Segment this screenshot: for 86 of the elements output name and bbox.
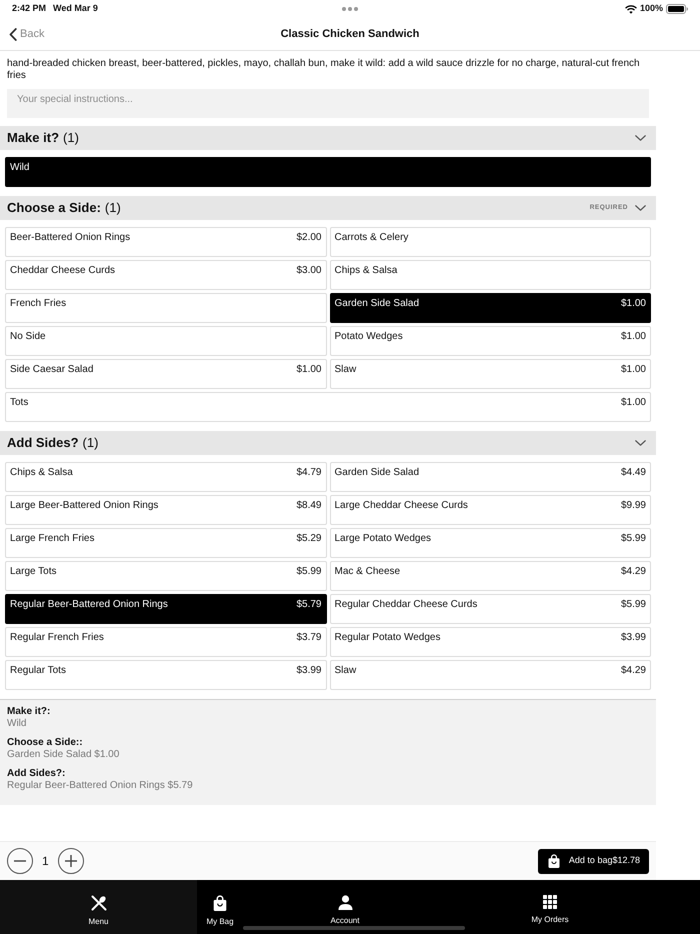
increase-button[interactable] — [58, 848, 84, 874]
instructions-field[interactable]: Your special instructions... — [7, 89, 649, 118]
option-price: $2.00 — [296, 232, 322, 244]
option-price: $1.00 — [620, 397, 646, 409]
option-button[interactable]: Slaw $4.29 — [330, 660, 651, 690]
battery-percent: 100% — [640, 2, 663, 16]
option-button[interactable]: No Side — [5, 326, 326, 356]
page-title: Classic Chicken Sandwich — [280, 26, 420, 42]
option-button[interactable]: French Fries — [5, 293, 326, 323]
shopping-bag-icon — [548, 854, 560, 868]
person-icon — [338, 895, 352, 910]
option-price: $3.99 — [620, 632, 646, 644]
item-description: hand-breaded chicken breast, beer-battered, pickles, mayo, challah bun, make it wild: add a wild sauce drizzle for no charge, natural-cut french fries — [7, 58, 641, 82]
chevron-left-icon — [9, 28, 17, 40]
summary-value: Wild — [7, 718, 28, 730]
chevron-down-icon — [635, 440, 646, 446]
option-button[interactable]: Tots $1.00 — [5, 392, 651, 422]
option-price: $5.29 — [296, 533, 322, 545]
grid-icon — [543, 895, 557, 909]
section-title: Make it? — [7, 129, 60, 148]
wifi-icon — [624, 4, 637, 14]
option-button[interactable]: Slaw $1.00 — [330, 359, 651, 389]
option-button[interactable]: Regular Beer-Battered Onion Rings $5.79 — [5, 594, 326, 624]
quantity-value: 1 — [42, 853, 49, 870]
option-button[interactable]: Large Cheddar Cheese Curds $9.99 — [330, 495, 651, 525]
option-price: $3.99 — [296, 665, 322, 677]
option-price: $5.99 — [296, 566, 322, 578]
section-title: Choose a Side: — [7, 199, 101, 218]
add-to-bag-button[interactable]: Add to bag$12.78 — [538, 848, 649, 874]
option-button[interactable]: Regular Potato Wedges $3.99 — [330, 627, 651, 657]
option-price: $5.99 — [620, 599, 646, 611]
battery-icon — [666, 4, 688, 14]
option-button[interactable]: Large Beer-Battered Onion Rings $8.49 — [5, 495, 326, 525]
option-button[interactable]: Regular Cheddar Cheese Curds $5.99 — [330, 594, 651, 624]
option-button[interactable]: Cheddar Cheese Curds $3.00 — [5, 260, 326, 290]
option-button[interactable]: Chips & Salsa — [330, 260, 651, 290]
option-price: $4.79 — [296, 467, 322, 479]
summary-value: Regular Beer-Battered Onion Rings $5.79 — [7, 780, 194, 792]
status-time: 2:42 PM — [12, 2, 46, 16]
option-button[interactable]: Beer-Battered Onion Rings $2.00 — [5, 227, 326, 257]
tab-item[interactable]: Menu — [0, 880, 197, 934]
option-button[interactable]: Side Caesar Salad $1.00 — [5, 359, 326, 389]
option-price: $9.99 — [620, 500, 646, 512]
option-price: $5.79 — [296, 599, 322, 611]
summary-label: Choose a Side:: — [7, 737, 84, 749]
selection-count: (1) — [82, 434, 98, 452]
option-price: $3.00 — [296, 265, 322, 277]
option-price: $4.49 — [620, 467, 646, 479]
decrease-button[interactable] — [7, 848, 33, 874]
option-price: $8.49 — [296, 500, 322, 512]
section-title: Add Sides? — [7, 434, 79, 452]
option-button[interactable]: Garden Side Salad $4.49 — [330, 462, 651, 492]
option-price: $1.00 — [620, 364, 646, 376]
option-button[interactable]: Large Tots $5.99 — [5, 561, 326, 591]
option-button[interactable]: Potato Wedges $1.00 — [330, 326, 651, 356]
option-price: $4.29 — [620, 566, 646, 578]
fork-and-spoon-icon — [90, 895, 106, 911]
multitasking-dots-icon — [342, 7, 358, 11]
selection-count: (1) — [104, 199, 121, 218]
selection-count: (1) — [63, 129, 79, 148]
option-price: $4.29 — [620, 665, 646, 677]
status-date: Wed Mar 9 — [53, 2, 98, 16]
minus-icon — [14, 860, 26, 862]
chevron-down-icon — [635, 135, 646, 141]
option-button[interactable]: Chips & Salsa $4.79 — [5, 462, 326, 492]
shopping-bag-icon — [213, 895, 227, 911]
summary-label: Add Sides?: — [7, 768, 66, 780]
option-price: $5.99 — [620, 533, 646, 545]
option-button[interactable]: Wild — [5, 157, 651, 187]
section-header[interactable]: Make it? (1) — [0, 126, 656, 150]
option-price: $1.00 — [296, 364, 322, 376]
option-price: $1.00 — [620, 331, 646, 343]
option-button[interactable]: Mac & Cheese $4.29 — [330, 561, 651, 591]
option-button[interactable]: Carrots & Celery — [330, 227, 651, 257]
option-price: $3.79 — [296, 632, 322, 644]
option-button[interactable]: Garden Side Salad $1.00 — [330, 293, 651, 323]
chevron-down-icon — [635, 205, 646, 211]
summary-label: Make it?: — [7, 706, 52, 718]
summary-value: Garden Side Salad $1.00 — [7, 749, 120, 761]
section-header[interactable]: Add Sides? (1) — [0, 431, 656, 455]
option-button[interactable]: Large French Fries $5.29 — [5, 528, 326, 558]
option-button[interactable]: Regular Tots $3.99 — [5, 660, 326, 690]
option-price: $1.00 — [620, 298, 646, 310]
option-button[interactable]: Regular French Fries $3.79 — [5, 627, 326, 657]
plus-icon — [64, 855, 77, 867]
option-button[interactable]: Large Potato Wedges $5.99 — [330, 528, 651, 558]
